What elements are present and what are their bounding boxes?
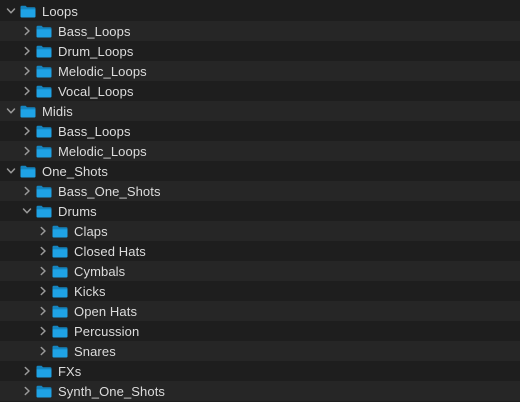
tree-row[interactable]: Synth_One_Shots [0,381,520,401]
tree-row-label: Snares [74,343,116,359]
tree-row-label: Open Hats [74,303,138,319]
tree-row[interactable]: FXs [0,361,520,381]
folder-icon [36,365,52,378]
chevron-down-icon[interactable] [6,1,16,21]
tree-row[interactable]: Bass_Loops [0,21,520,41]
chevron-right-icon[interactable] [22,121,32,141]
tree-row[interactable]: One_Shots [0,161,520,181]
folder-icon [52,285,68,298]
tree-row-label: Loops [42,3,78,19]
chevron-down-icon[interactable] [6,101,16,121]
tree-row[interactable]: Drums [0,201,520,221]
chevron-right-icon[interactable] [22,41,32,61]
chevron-right-icon[interactable] [38,261,48,281]
tree-row-label: FXs [58,363,82,379]
folder-icon [36,45,52,58]
chevron-right-icon[interactable] [22,381,32,401]
tree-row[interactable]: Melodic_Loops [0,61,520,81]
chevron-right-icon[interactable] [22,81,32,101]
tree-row-label: Drums [58,203,97,219]
tree-row[interactable]: Open Hats [0,301,520,321]
folder-icon [36,385,52,398]
folder-icon [36,125,52,138]
folder-icon [36,205,52,218]
folder-icon [36,85,52,98]
folder-icon [20,105,36,118]
folder-icon [52,325,68,338]
chevron-right-icon[interactable] [22,21,32,41]
chevron-right-icon[interactable] [38,321,48,341]
tree-row-label: Claps [74,223,108,239]
folder-icon [36,25,52,38]
tree-row-label: Midis [42,103,73,119]
tree-row[interactable]: Midis [0,101,520,121]
tree-row[interactable]: Bass_One_Shots [0,181,520,201]
chevron-right-icon[interactable] [38,281,48,301]
tree-row[interactable]: Melodic_Loops [0,141,520,161]
chevron-right-icon[interactable] [22,61,32,81]
chevron-right-icon[interactable] [38,221,48,241]
tree-row-label: Bass_One_Shots [58,183,161,199]
chevron-down-icon[interactable] [6,161,16,181]
folder-icon [52,225,68,238]
tree-row-label: Percussion [74,323,140,339]
tree-row-label: One_Shots [42,163,108,179]
tree-row-label: Drum_Loops [58,43,134,59]
tree-row[interactable]: Bass_Loops [0,121,520,141]
tree-row-label: Melodic_Loops [58,143,147,159]
tree-row[interactable]: Loops [0,1,520,21]
folder-icon [36,65,52,78]
folder-icon [20,165,36,178]
folder-icon [36,145,52,158]
tree-row[interactable]: Claps [0,221,520,241]
chevron-right-icon[interactable] [22,361,32,381]
tree-row[interactable]: Closed Hats [0,241,520,261]
chevron-right-icon[interactable] [38,301,48,321]
tree-row-label: Vocal_Loops [58,83,134,99]
tree-row[interactable]: Snares [0,341,520,361]
folder-tree: Loops Bass_Loops Drum_Loops Melodic_Loops Vo… [0,0,520,402]
tree-row[interactable]: Vocal_Loops [0,81,520,101]
chevron-right-icon[interactable] [38,341,48,361]
tree-row-label: Bass_Loops [58,123,131,139]
tree-row-label: Synth_One_Shots [58,383,166,399]
folder-icon [20,5,36,18]
tree-row-label: Melodic_Loops [58,63,147,79]
folder-icon [52,265,68,278]
folder-icon [52,245,68,258]
tree-row[interactable]: Cymbals [0,261,520,281]
chevron-right-icon[interactable] [22,141,32,161]
folder-icon [36,185,52,198]
tree-row-label: Bass_Loops [58,23,131,39]
folder-icon [52,345,68,358]
tree-row[interactable]: Kicks [0,281,520,301]
tree-row-label: Closed Hats [74,243,146,259]
tree-row[interactable]: Drum_Loops [0,41,520,61]
chevron-right-icon[interactable] [38,241,48,261]
folder-icon [52,305,68,318]
tree-row-label: Cymbals [74,263,126,279]
tree-row[interactable]: Percussion [0,321,520,341]
chevron-down-icon[interactable] [22,201,32,221]
chevron-right-icon[interactable] [22,181,32,201]
tree-row-label: Kicks [74,283,106,299]
